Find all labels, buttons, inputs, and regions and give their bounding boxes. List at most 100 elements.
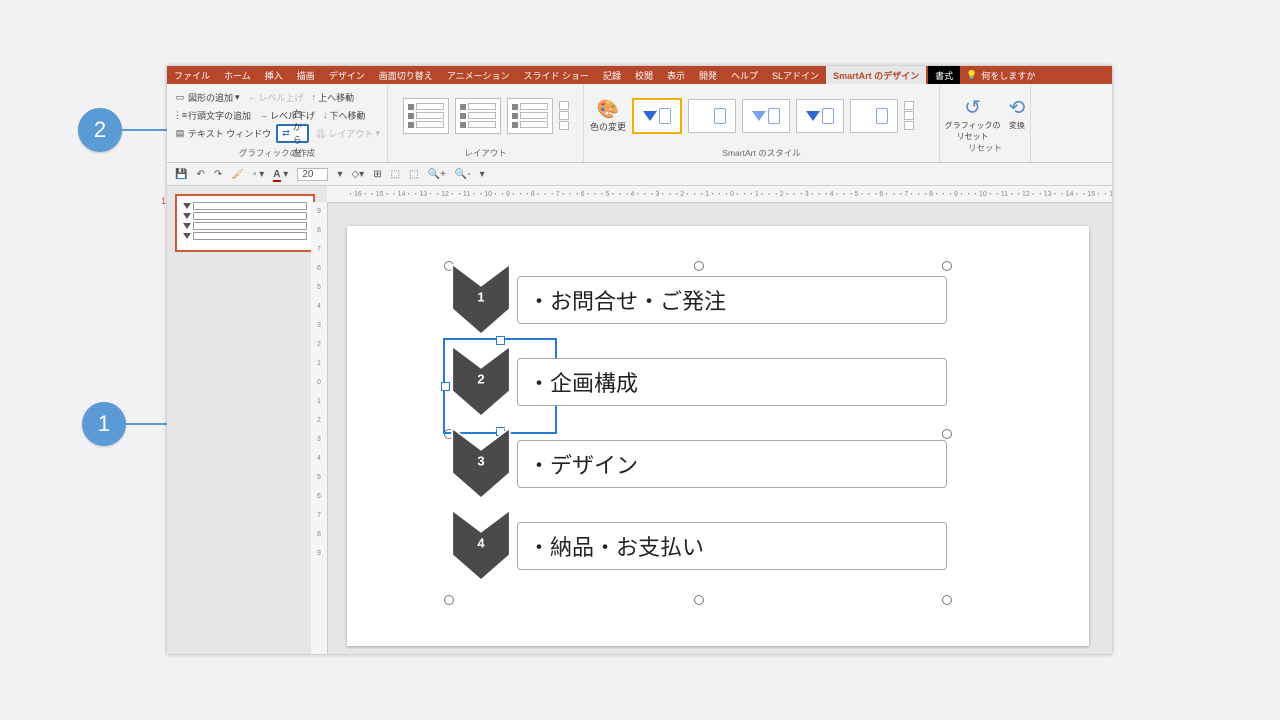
add-shape-label: 図形の追加 bbox=[188, 91, 233, 104]
zoom-in-icon[interactable]: 🔍+ bbox=[428, 169, 446, 180]
format-painter-icon[interactable]: 🖌 bbox=[231, 169, 244, 180]
style-thumb-3[interactable] bbox=[742, 99, 790, 133]
group-icon[interactable]: ⬚ bbox=[409, 169, 418, 180]
right-to-left-button[interactable]: ⇄右から左 bbox=[276, 124, 309, 143]
chevron-4[interactable]: 4 bbox=[449, 510, 513, 582]
save-icon[interactable]: 💾 bbox=[175, 169, 187, 180]
add-shape-icon: ▭ bbox=[174, 91, 186, 103]
tab-help[interactable]: ヘルプ bbox=[724, 66, 765, 84]
chevron-num-3: 3 bbox=[477, 454, 484, 469]
smartart-object[interactable]: 1 ・お問合せ・ご発注 ⟲ 2 ・企画構成 3 ・デザイン bbox=[449, 266, 947, 600]
add-shape-button[interactable]: ▭図形の追加 ▾ bbox=[171, 91, 243, 104]
group-label-layout: レイアウト bbox=[388, 147, 583, 162]
style-thumb-4[interactable] bbox=[796, 99, 844, 133]
arrange-icon[interactable]: ⬚ bbox=[391, 169, 400, 180]
group-label-styles: SmartArt のスタイル bbox=[584, 147, 939, 162]
handle-bot-mid[interactable] bbox=[694, 595, 704, 605]
tab-developer[interactable]: 開発 bbox=[692, 66, 724, 84]
tell-me[interactable]: 💡何をしますか bbox=[966, 69, 1035, 82]
tab-home[interactable]: ホーム bbox=[217, 66, 258, 84]
tab-view[interactable]: 表示 bbox=[660, 66, 692, 84]
powerpoint-window: ファイル ホーム 挿入 描画 デザイン 画面切り替え アニメーション スライド … bbox=[167, 66, 1112, 654]
arrow-right-icon: → bbox=[259, 110, 268, 120]
ribbon: ▭図形の追加 ▾ ←レベル上げ ↑上へ移動 ⋮≡行頭文字の追加 →レベル下げ ↓… bbox=[167, 84, 1112, 163]
quick-access-toolbar: 💾 ↶ ↷ 🖌 ▫ ▾ A ▾ 20 ▾ ◇▾ ⊞ ⬚ ⬚ 🔍+ 🔍- ▾ bbox=[167, 163, 1112, 186]
smartart-item-3[interactable]: 3 ・デザイン bbox=[449, 430, 947, 498]
promote-button[interactable]: ←レベル上げ bbox=[245, 91, 307, 104]
style-gallery-more[interactable] bbox=[904, 101, 914, 130]
tab-draw[interactable]: 描画 bbox=[290, 66, 322, 84]
chevron-2[interactable]: 2 bbox=[449, 346, 513, 418]
add-bullet-button[interactable]: ⋮≡行頭文字の追加 bbox=[171, 109, 254, 122]
layout-thumb-2[interactable] bbox=[455, 98, 501, 134]
border-icon[interactable]: ▫ ▾ bbox=[253, 169, 264, 180]
smartart-text-1[interactable]: ・お問合せ・ご発注 bbox=[517, 276, 947, 324]
tab-file[interactable]: ファイル bbox=[167, 66, 217, 84]
tab-review[interactable]: 校閲 bbox=[628, 66, 660, 84]
move-down-button[interactable]: ↓下へ移動 bbox=[320, 109, 369, 122]
move-up-button[interactable]: ↑上へ移動 bbox=[309, 91, 358, 104]
slide-canvas[interactable]: 1 ・お問合せ・ご発注 ⟲ 2 ・企画構成 3 ・デザイン bbox=[347, 226, 1089, 646]
arrow-up-icon: ↑ bbox=[312, 92, 317, 102]
tab-slideshow[interactable]: スライド ショー bbox=[516, 66, 596, 84]
layout-gallery-more[interactable] bbox=[559, 101, 569, 130]
convert-button[interactable]: ⟲ 変換 bbox=[1009, 95, 1026, 142]
smartart-item-1[interactable]: 1 ・お問合せ・ご発注 bbox=[449, 266, 947, 334]
smartart-text-3[interactable]: ・デザイン bbox=[517, 440, 947, 488]
change-colors-button[interactable]: 🎨 色の変更 bbox=[590, 99, 626, 133]
arrow-left-icon: ← bbox=[248, 92, 257, 102]
callout-2: 2 bbox=[78, 108, 122, 152]
tab-smartart-design[interactable]: SmartArt のデザイン bbox=[826, 66, 926, 84]
font-size-dropdown-icon[interactable]: ▾ bbox=[337, 169, 342, 180]
handle-bot-left[interactable] bbox=[444, 595, 454, 605]
group-layouts: レイアウト bbox=[388, 84, 584, 162]
tab-record[interactable]: 記録 bbox=[596, 66, 628, 84]
chevron-3[interactable]: 3 bbox=[449, 428, 513, 500]
zoom-out-icon[interactable]: 🔍- bbox=[455, 169, 471, 180]
font-color-icon[interactable]: A ▾ bbox=[273, 169, 288, 180]
add-bullet-label: 行頭文字の追加 bbox=[188, 109, 251, 122]
redo-icon[interactable]: ↷ bbox=[214, 169, 222, 180]
chevron-num-4: 4 bbox=[477, 536, 484, 551]
tab-insert[interactable]: 挿入 bbox=[258, 66, 290, 84]
text-pane-button[interactable]: ▤テキスト ウィンドウ bbox=[171, 127, 274, 140]
smartart-item-2[interactable]: ⟲ 2 ・企画構成 bbox=[449, 348, 947, 416]
layout-icon: 品 bbox=[314, 127, 326, 139]
text-pane-icon: ▤ bbox=[174, 127, 186, 139]
style-thumb-5[interactable] bbox=[850, 99, 898, 133]
ruler-vertical: 9876543210123456789 bbox=[311, 202, 328, 654]
reset-graphic-button[interactable]: ↺ グラフィックの リセット bbox=[945, 95, 1001, 142]
move-down-label: 下へ移動 bbox=[330, 109, 366, 122]
style-thumb-1[interactable] bbox=[632, 98, 682, 134]
tab-transitions[interactable]: 画面切り替え bbox=[372, 66, 440, 84]
smartart-item-4[interactable]: 4 ・納品・お支払い bbox=[449, 512, 947, 580]
slide-thumbnails-panel: 1 bbox=[167, 186, 323, 654]
layout-thumb-1[interactable] bbox=[403, 98, 449, 134]
thumb-number: 1 bbox=[161, 196, 166, 206]
tab-animations[interactable]: アニメーション bbox=[440, 66, 517, 84]
align-icon[interactable]: ⊞ bbox=[373, 169, 381, 180]
slide-editor[interactable]: 1 ・お問合せ・ご発注 ⟲ 2 ・企画構成 3 ・デザイン bbox=[342, 226, 1094, 634]
handle-bot-right[interactable] bbox=[942, 595, 952, 605]
convert-label: 変換 bbox=[1009, 120, 1026, 131]
group-reset: ↺ グラフィックの リセット ⟲ 変換 リセット bbox=[940, 84, 1031, 162]
tab-design[interactable]: デザイン bbox=[322, 66, 372, 84]
style-thumb-2[interactable] bbox=[688, 99, 736, 133]
smartart-text-4[interactable]: ・納品・お支払い bbox=[517, 522, 947, 570]
shape-icon[interactable]: ◇▾ bbox=[351, 169, 364, 180]
tab-sladdin[interactable]: SLアドイン bbox=[765, 66, 826, 84]
slide-thumbnail-1[interactable] bbox=[175, 194, 315, 252]
chevron-num-1: 1 bbox=[477, 290, 484, 305]
demote-button[interactable]: →レベル下げ bbox=[256, 109, 318, 122]
font-size-input[interactable]: 20 bbox=[297, 168, 328, 181]
layout-thumb-3[interactable] bbox=[507, 98, 553, 134]
group-label-create: グラフィックの作成 bbox=[171, 147, 383, 162]
layout-btn-label: レイアウト bbox=[328, 127, 373, 140]
smartart-text-2[interactable]: ・企画構成 bbox=[517, 358, 947, 406]
qat-more-icon[interactable]: ▾ bbox=[480, 169, 485, 180]
group-label-reset: リセット bbox=[968, 142, 1002, 157]
undo-icon[interactable]: ↶ bbox=[196, 169, 204, 180]
chevron-1[interactable]: 1 bbox=[449, 264, 513, 336]
tab-format[interactable]: 書式 bbox=[928, 66, 960, 84]
layout-button[interactable]: 品レイアウト ▾ bbox=[311, 127, 383, 140]
